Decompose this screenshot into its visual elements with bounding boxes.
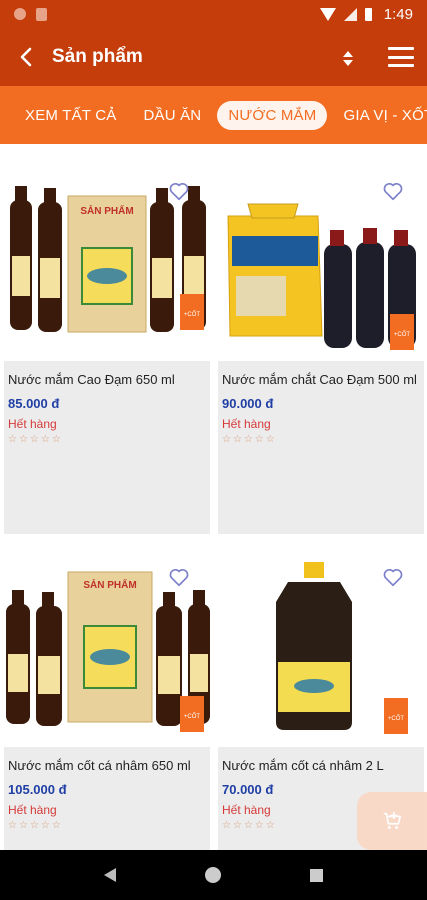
back-arrow-icon — [20, 47, 32, 67]
nav-home-icon[interactable] — [204, 867, 221, 883]
favorite-heart-icon[interactable] — [382, 566, 404, 588]
page-title: Sản phẩm — [52, 46, 143, 67]
cart-plus-icon — [383, 811, 402, 829]
tab-cooking-oil[interactable]: DẦU ĂN — [132, 101, 212, 130]
product-price: 85.000 đ — [8, 396, 60, 411]
sort-down-icon — [343, 59, 353, 66]
category-tabs: XEM TẤT CẢ DẦU ĂN NƯỚC MẮM GIA VỊ - XỐT — [0, 86, 427, 144]
stock-status: Hết hàng — [8, 803, 57, 817]
notification-icon — [14, 8, 26, 20]
add-to-cart-button[interactable] — [357, 792, 427, 850]
menu-line-icon — [388, 64, 414, 67]
svg-text:SẢN PHẨM: SẢN PHẨM — [83, 578, 136, 591]
product-name[interactable]: Nước mắm cốt cá nhâm 2 L — [222, 757, 420, 774]
status-right: 1:49 — [319, 5, 413, 23]
signal-icon — [343, 7, 357, 21]
favorite-heart-icon[interactable] — [168, 180, 190, 202]
back-button[interactable] — [0, 28, 52, 86]
nav-back-icon[interactable] — [104, 868, 117, 882]
tab-fish-sauce[interactable]: NƯỚC MẮM — [217, 100, 328, 130]
menu-line-icon — [388, 55, 414, 59]
sort-up-icon — [343, 50, 353, 57]
battery-icon — [364, 7, 372, 21]
product-info: Nước mắm cốt cá nhâm 650 ml 105.000 đ Hế… — [4, 747, 210, 831]
product-price: 105.000 đ — [8, 782, 67, 797]
svg-text:+CỐT: +CỐT — [394, 331, 411, 338]
product-price: 90.000 đ — [222, 396, 274, 411]
wifi-icon — [319, 7, 336, 21]
rating-stars: ☆☆☆☆☆ — [8, 820, 63, 831]
product-card[interactable]: SẢN PHẨM +CỐT Nước mắm Cao Đạm 650 ml 85… — [4, 156, 210, 534]
menu-line-icon — [388, 47, 414, 50]
status-left — [14, 7, 47, 21]
menu-button[interactable] — [388, 47, 414, 67]
favorite-heart-icon[interactable] — [168, 566, 190, 588]
product-grid: SẢN PHẨM +CỐT Nước mắm Cao Đạm 650 ml 85… — [0, 144, 427, 850]
rating-stars: ☆☆☆☆☆ — [222, 434, 277, 445]
product-info: Nước mắm Cao Đạm 650 ml 85.000 đ Hết hàn… — [4, 361, 210, 445]
product-card[interactable]: SẢN PHẨM +CỐT Nước mắm cốt cá nhâm 650 m… — [4, 542, 210, 850]
product-name[interactable]: Nước mắm Cao Đạm 650 ml — [8, 371, 206, 388]
rating-stars: ☆☆☆☆☆ — [8, 434, 63, 445]
stock-status: Hết hàng — [8, 417, 57, 431]
nav-recents-icon[interactable] — [309, 868, 323, 882]
clock: 1:49 — [383, 5, 413, 23]
app-bar: Sản phẩm — [0, 28, 427, 86]
sort-button[interactable] — [336, 46, 360, 70]
status-bar: 1:49 — [0, 0, 427, 28]
product-name[interactable]: Nước mắm chắt Cao Đạm 500 ml — [222, 371, 420, 388]
product-card[interactable]: +CỐT Nước mắm chắt Cao Đạm 500 ml 90.000… — [218, 156, 424, 534]
stock-status: Hết hàng — [222, 417, 271, 431]
sd-card-icon — [36, 7, 47, 21]
product-info: Nước mắm chắt Cao Đạm 500 ml 90.000 đ Hế… — [218, 361, 424, 445]
favorite-heart-icon[interactable] — [382, 180, 404, 202]
product-name[interactable]: Nước mắm cốt cá nhâm 650 ml — [8, 757, 206, 774]
system-nav-bar — [0, 850, 427, 900]
tab-all[interactable]: XEM TẤT CẢ — [14, 101, 127, 130]
tab-spices-sauce[interactable]: GIA VỊ - XỐT — [332, 101, 427, 130]
svg-text:+CỐT: +CỐT — [184, 311, 201, 318]
svg-text:+CỐT: +CỐT — [184, 713, 201, 720]
svg-text:SẢN PHẨM: SẢN PHẨM — [80, 204, 133, 217]
svg-text:+CỐT: +CỐT — [388, 715, 405, 722]
